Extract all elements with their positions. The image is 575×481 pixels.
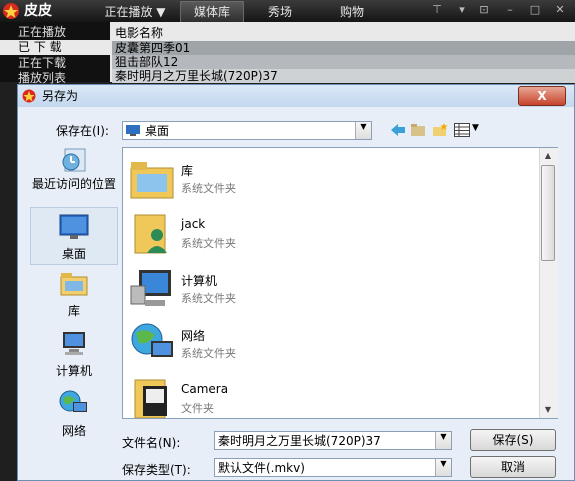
tab-media-library[interactable]: 媒体库 [180, 1, 244, 23]
list-item[interactable]: 计算机 系统文件夹 [123, 260, 523, 315]
app-logo-icon [3, 3, 19, 19]
file-type-dropdown[interactable]: 默认文件(.mkv) ▼ [214, 458, 452, 477]
network-icon [59, 390, 87, 412]
tab-now-playing[interactable]: 正在播放 ▼ [95, 2, 175, 22]
sidebar-item-downloaded[interactable]: 已 下 载 [0, 40, 110, 55]
place-library[interactable]: 库 [30, 269, 118, 325]
place-label: 最近访问的位置 [31, 177, 116, 191]
dialog-title: 另存为 [42, 89, 79, 103]
place-label: 网络 [61, 424, 86, 438]
app-title: 皮皮 [24, 3, 52, 19]
save-as-dialog: 另存为 X 保存在(I): 桌面 ▼ ▼ 最近访问的位置 桌面 库 计算机 网络… [17, 84, 575, 481]
computer-icon [63, 332, 85, 355]
file-name: 库 [181, 164, 194, 178]
network-icon [131, 323, 173, 357]
save-in-label: 保存在(I): [56, 124, 109, 138]
cancel-button[interactable]: 取消 [470, 456, 556, 478]
library-icon [60, 273, 88, 296]
player-sidebar: 正在播放 已 下 载 正在下载 播放列表 [0, 22, 110, 85]
chevron-down-icon[interactable]: ▼ [355, 122, 371, 139]
place-label: 库 [67, 304, 80, 318]
file-type: 系统文件夹 [181, 237, 236, 250]
place-desktop[interactable]: 桌面 [30, 207, 118, 265]
scroll-down-arrow-icon[interactable]: ▼ [539, 402, 557, 418]
movie-row[interactable]: 狙击部队12 [112, 55, 575, 69]
recent-places-icon [62, 148, 86, 172]
file-name: 网络 [181, 329, 206, 343]
scroll-thumb[interactable] [541, 165, 555, 261]
file-name: 计算机 [181, 274, 218, 288]
place-computer[interactable]: 计算机 [30, 329, 118, 385]
file-type: 系统文件夹 [181, 347, 236, 360]
back-arrow-icon[interactable] [390, 123, 406, 137]
tab-shopping[interactable]: 购物 [330, 2, 374, 22]
file-type-value: 默认文件(.mkv) [218, 461, 305, 475]
list-item[interactable]: 网络 系统文件夹 [123, 315, 523, 370]
movie-name-header: 电影名称 [115, 26, 164, 40]
library-folder-icon [130, 162, 174, 199]
chevron-down-icon[interactable]: ▼ [435, 459, 451, 476]
menu-icon[interactable]: ▾ [455, 3, 469, 17]
close-icon[interactable]: ✕ [553, 3, 567, 17]
place-recent[interactable]: 最近访问的位置 [30, 145, 118, 207]
list-item[interactable]: jack 系统文件夹 [123, 205, 523, 260]
player-toolbar: 皮皮 正在播放 ▼ 媒体库 秀场 购物 ⊤ ▾ ⊡ – □ ✕ [0, 0, 575, 23]
computer-icon [130, 270, 171, 306]
file-name-label: 文件名(N): [122, 436, 181, 450]
desktop-icon [126, 125, 140, 136]
places-bar: 最近访问的位置 桌面 库 计算机 网络 [30, 145, 118, 441]
save-in-dropdown[interactable]: 桌面 ▼ [122, 121, 372, 140]
new-folder-icon[interactable] [432, 123, 448, 137]
view-grid-icon [454, 123, 470, 137]
minimize-icon[interactable]: – [503, 3, 517, 17]
save-in-value: 桌面 [145, 124, 170, 138]
place-network[interactable]: 网络 [30, 389, 118, 441]
view-menu-button[interactable]: ▼ [454, 122, 482, 138]
file-type-label: 保存类型(T): [122, 463, 191, 477]
scroll-up-arrow-icon[interactable]: ▲ [539, 148, 557, 164]
dialog-titlebar[interactable]: 另存为 X [18, 85, 574, 107]
user-folder-icon [134, 214, 167, 254]
sidebar-item-downloading[interactable]: 正在下载 [18, 56, 66, 71]
file-name-field[interactable]: 秦时明月之万里长城(720P)37 ▼ [214, 431, 452, 450]
movie-row[interactable]: 秦时明月之万里长城(720P)37 [112, 69, 575, 83]
file-type: 系统文件夹 [181, 182, 236, 195]
save-button[interactable]: 保存(S) [470, 429, 556, 451]
desktop-icon [59, 214, 89, 239]
maximize-icon[interactable]: □ [528, 3, 542, 17]
file-type: 系统文件夹 [181, 292, 236, 305]
file-list[interactable]: 库 系统文件夹 jack 系统文件夹 计算机 系统文件夹 网络 系统文件夹 Ca… [122, 147, 558, 419]
file-type: 文件夹 [181, 402, 214, 415]
sidebar-item-now-playing[interactable]: 正在播放 [18, 25, 66, 40]
tab-show[interactable]: 秀场 [258, 2, 302, 22]
chevron-down-icon[interactable]: ▼ [435, 432, 451, 449]
movie-row[interactable]: 皮囊第四季01 [112, 41, 575, 55]
file-name: jack [181, 217, 206, 231]
file-name: Camera [181, 382, 229, 396]
list-item[interactable]: Camera 文件夹 [123, 370, 523, 418]
place-label: 桌面 [61, 247, 86, 261]
chevron-down-icon: ▼ [472, 123, 479, 133]
up-folder-icon[interactable] [410, 123, 426, 137]
folder-icon [134, 379, 167, 418]
list-item[interactable]: 库 系统文件夹 [123, 150, 523, 205]
app-logo-icon [22, 89, 36, 103]
pin-icon[interactable]: ⊤ [430, 3, 444, 17]
place-label: 计算机 [55, 364, 92, 378]
file-name-value: 秦时明月之万里长城(720P)37 [218, 434, 381, 448]
mini-mode-icon[interactable]: ⊡ [477, 3, 491, 17]
dialog-close-button[interactable]: X [518, 86, 566, 106]
